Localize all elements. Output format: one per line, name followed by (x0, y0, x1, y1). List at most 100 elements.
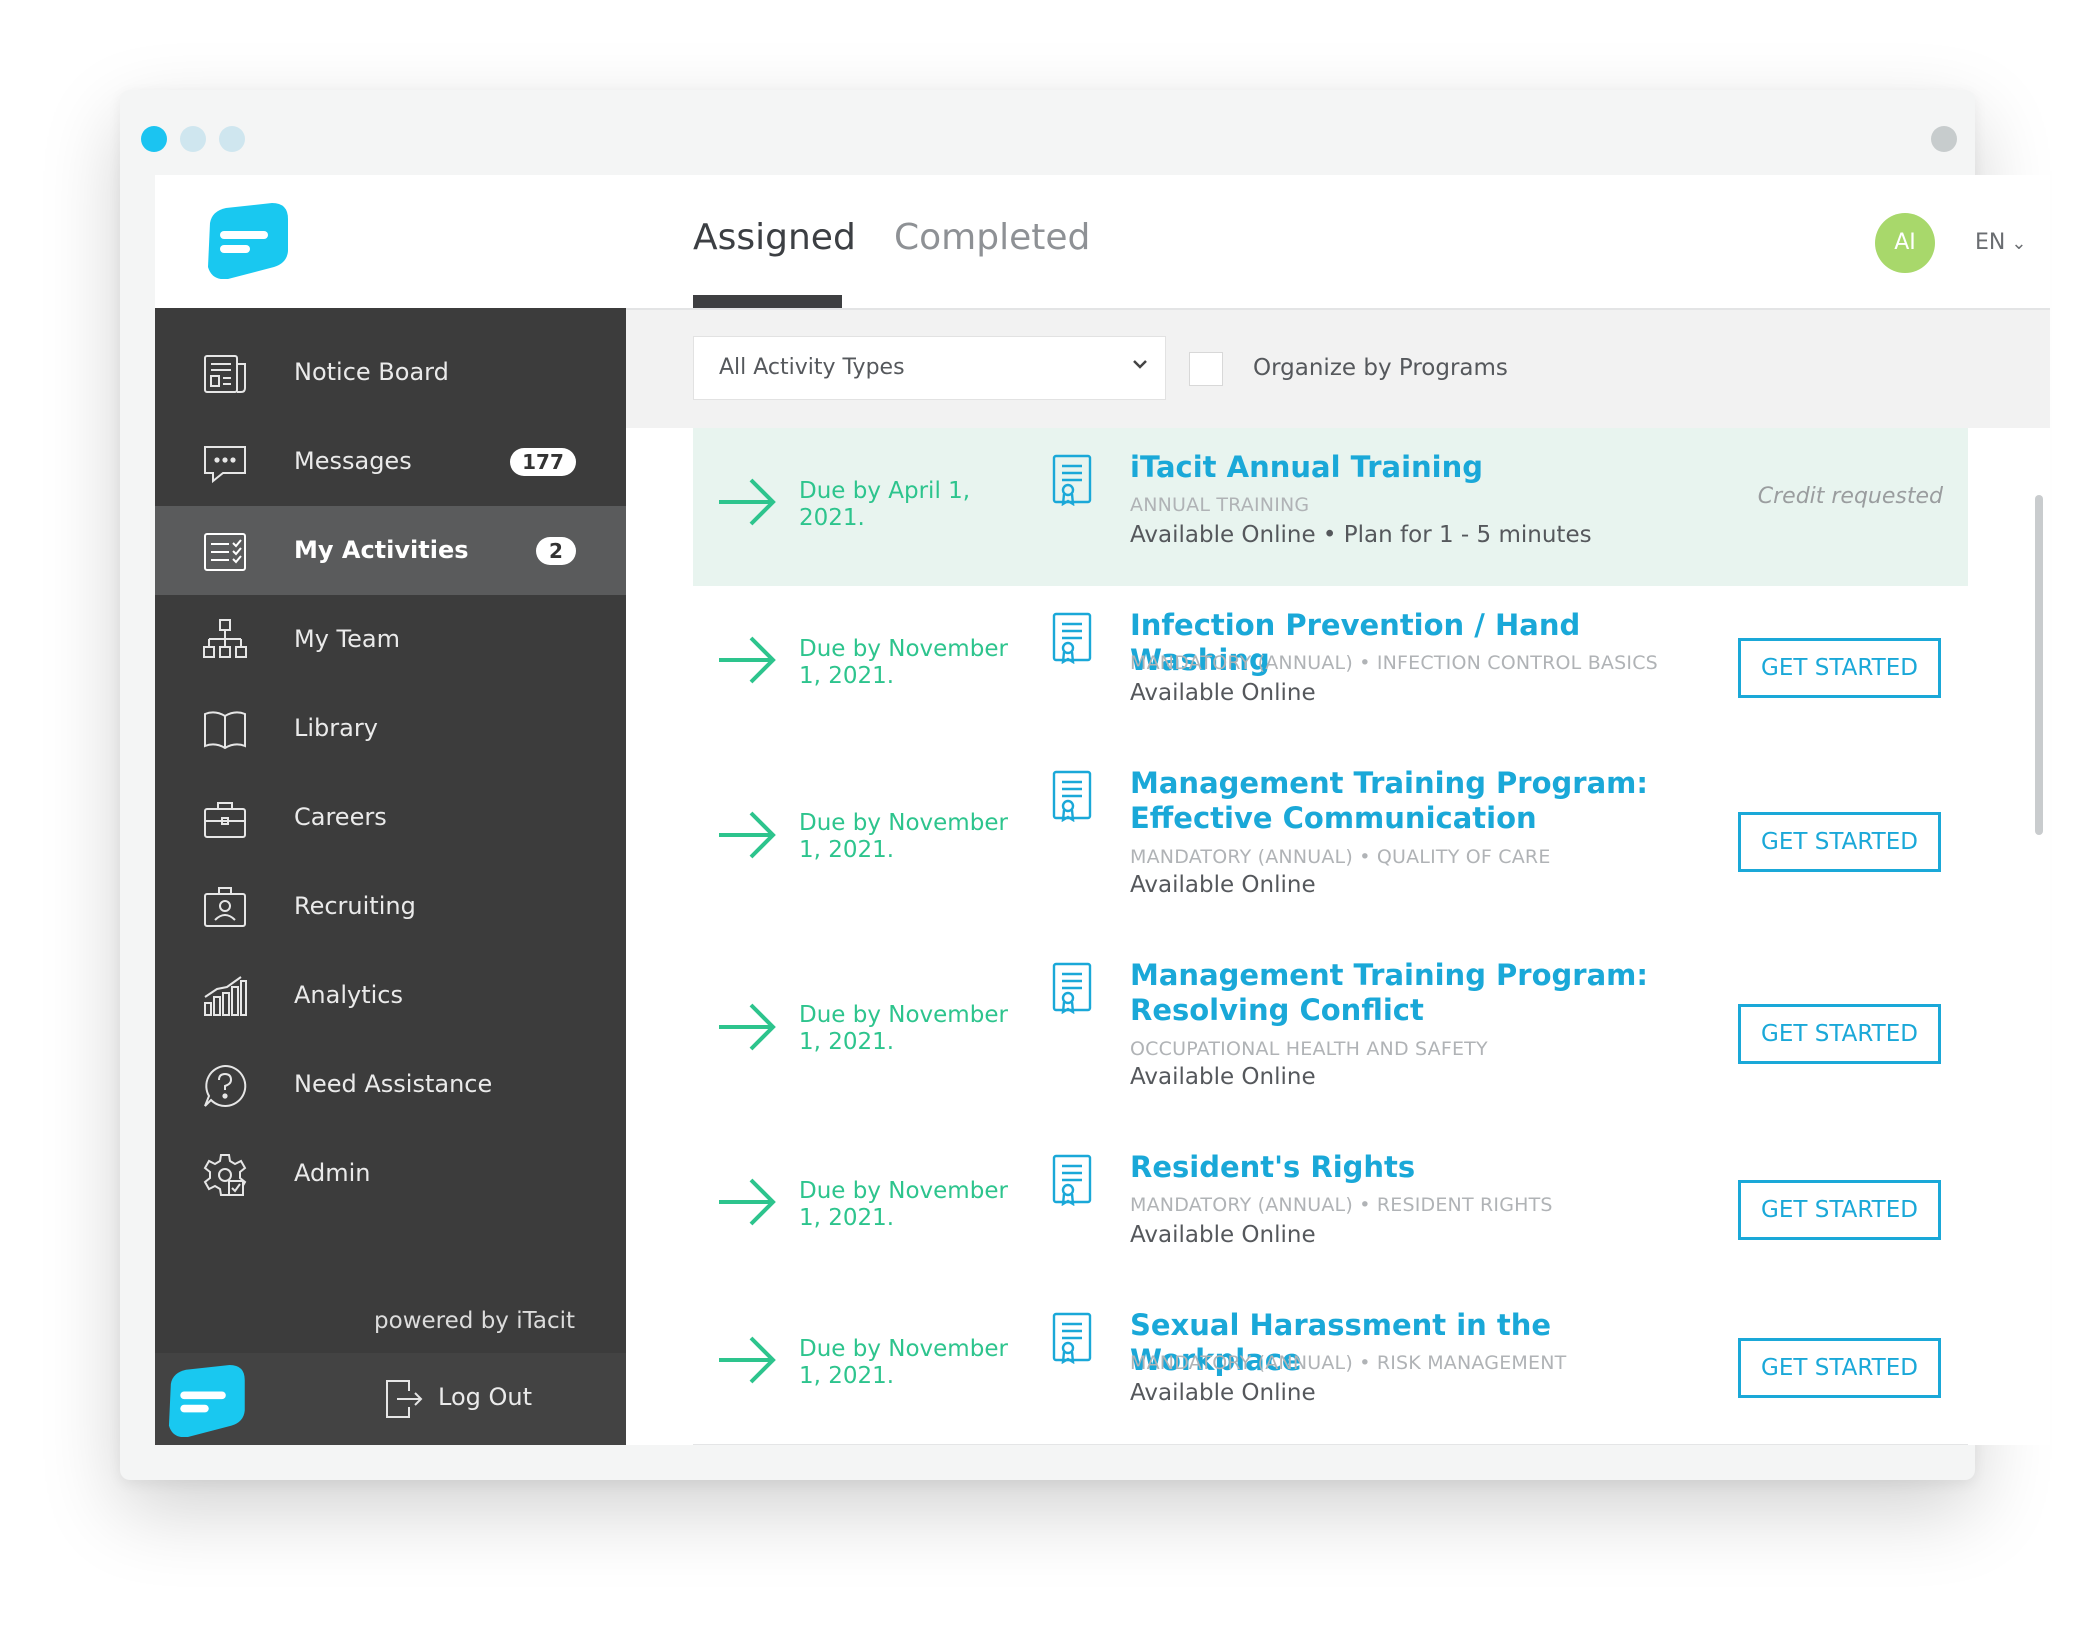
sidebar-item-my-team[interactable]: My Team (155, 595, 626, 684)
activity-title[interactable]: Resident's Rights (1130, 1150, 1730, 1185)
briefcase-icon (204, 802, 246, 838)
book-icon (204, 711, 246, 750)
activity-availability: Available Online (1130, 1222, 1316, 1248)
organize-by-programs-checkbox[interactable] (1189, 352, 1223, 386)
due-date: Due by April 1, 2021. (799, 478, 971, 531)
list-scrollbar[interactable] (2035, 495, 2043, 835)
activity-availability: Available Online • Plan for 1 - 5 minute… (1130, 522, 1592, 548)
certificate-document-icon (1052, 612, 1092, 664)
id-badge-icon (204, 887, 246, 927)
certificate-document-icon (1052, 770, 1092, 822)
sidebar-item-label: Need Assistance (294, 1070, 493, 1098)
window-minimize-dot[interactable] (180, 126, 206, 152)
get-started-button[interactable]: GET STARTED (1738, 1004, 1941, 1064)
get-started-button[interactable]: GET STARTED (1738, 1180, 1941, 1240)
sidebar-item-my-activities[interactable]: My Activities 2 (155, 506, 626, 595)
activity-type-select[interactable]: All Activity Types (693, 336, 1166, 400)
chat-bubble-icon (204, 446, 246, 484)
due-date: Due by November 1, 2021. (799, 810, 1008, 863)
activity-availability: Available Online (1130, 1064, 1316, 1090)
certificate-document-icon (1052, 1312, 1092, 1364)
due-date: Due by November 1, 2021. (799, 1002, 1008, 1055)
sidebar-item-library[interactable]: Library (155, 684, 626, 773)
chevron-down-icon (1133, 360, 1147, 369)
organize-by-programs-label: Organize by Programs (1253, 355, 1508, 381)
window-close-dot[interactable] (141, 126, 167, 152)
activity-row[interactable]: Due by November 1, 2021. Sexual Harassme… (693, 1286, 1968, 1445)
itacit-logo-icon[interactable] (200, 203, 290, 279)
language-label: EN (1975, 230, 2006, 255)
activity-category: OCCUPATIONAL HEALTH AND SAFETY (1130, 1038, 1488, 1060)
arrow-right-icon (719, 478, 776, 526)
activity-title[interactable]: iTacit Annual Training (1130, 450, 1730, 485)
arrow-right-icon (719, 1003, 776, 1051)
activity-row[interactable]: Due by November 1, 2021. Infection Preve… (693, 586, 1968, 746)
activity-category: MANDATORY (ANNUAL) • INFECTION CONTROL B… (1130, 652, 1658, 674)
tab-assigned[interactable]: Assigned (693, 217, 856, 258)
logout-label: Log Out (438, 1383, 533, 1411)
bar-chart-icon (204, 976, 247, 1016)
sidebar-item-admin[interactable]: Admin (155, 1129, 626, 1218)
activity-row[interactable]: Due by November 1, 2021. Management Trai… (693, 744, 1968, 938)
arrow-right-icon (719, 1336, 776, 1384)
sidebar-item-need-assistance[interactable]: Need Assistance (155, 1040, 626, 1129)
sidebar-item-recruiting[interactable]: Recruiting (155, 862, 626, 951)
user-avatar[interactable]: AI (1875, 213, 1935, 273)
due-date: Due by November 1, 2021. (799, 1178, 1008, 1231)
activity-row[interactable]: Due by November 1, 2021. Management Trai… (693, 936, 1968, 1130)
activity-title[interactable]: Management Training Program: Resolving C… (1130, 958, 1730, 1028)
sidebar-item-label: Analytics (294, 981, 403, 1009)
sidebar-item-label: Admin (294, 1159, 371, 1187)
filter-bar: All Activity Types Organize by Programs (626, 310, 2050, 428)
activity-row[interactable]: Due by April 1, 2021. iTacit Annual Trai… (693, 428, 1968, 588)
activity-availability: Available Online (1130, 872, 1316, 898)
arrow-right-icon (719, 636, 776, 684)
sidebar-item-notice-board[interactable]: Notice Board (155, 328, 626, 417)
due-date: Due by November 1, 2021. (799, 636, 1008, 689)
due-date: Due by November 1, 2021. (799, 1336, 1008, 1389)
active-tab-indicator (693, 295, 842, 308)
activity-category: MANDATORY (ANNUAL) • QUALITY OF CARE (1130, 846, 1551, 868)
sidebar-item-label: My Activities (294, 536, 469, 564)
logout-button[interactable]: Log Out (386, 1380, 533, 1418)
get-started-button[interactable]: GET STARTED (1738, 638, 1941, 698)
sidebar-item-label: Careers (294, 803, 387, 831)
activity-availability: Available Online (1130, 680, 1316, 706)
sidebar-item-analytics[interactable]: Analytics (155, 951, 626, 1040)
activity-availability: Available Online (1130, 1380, 1316, 1406)
sidebar-item-label: My Team (294, 625, 400, 653)
activity-category: ANNUAL TRAINING (1130, 494, 1310, 516)
messages-count-badge: 177 (510, 448, 576, 476)
certificate-document-icon (1052, 454, 1092, 506)
sidebar-item-label: Recruiting (294, 892, 416, 920)
org-chart-icon (203, 619, 247, 658)
help-icon (204, 1064, 247, 1107)
sidebar-item-label: Notice Board (294, 358, 449, 386)
activity-row[interactable]: Due by November 1, 2021. Resident's Righ… (693, 1128, 1968, 1288)
language-selector[interactable]: EN ⌄ (1975, 230, 2026, 255)
get-started-button[interactable]: GET STARTED (1738, 812, 1941, 872)
certificate-document-icon (1052, 962, 1092, 1014)
newspaper-icon (204, 355, 246, 393)
itacit-logo-icon (168, 1365, 245, 1437)
window-menu-dot[interactable] (1931, 126, 1957, 152)
sidebar-item-label: Messages (294, 447, 412, 475)
activities-count-badge: 2 (536, 537, 576, 565)
activity-category: MANDATORY (ANNUAL) • RISK MANAGEMENT (1130, 1352, 1567, 1374)
sidebar-footer: Log Out (155, 1353, 626, 1445)
arrow-right-icon (719, 1178, 776, 1226)
sidebar-item-messages[interactable]: Messages 177 (155, 417, 626, 506)
activity-list: Due by April 1, 2021. iTacit Annual Trai… (693, 428, 1968, 1445)
chevron-down-icon: ⌄ (2011, 233, 2027, 254)
activity-category: MANDATORY (ANNUAL) • RESIDENT RIGHTS (1130, 1194, 1553, 1216)
certificate-document-icon (1052, 1154, 1092, 1206)
sidebar-item-careers[interactable]: Careers (155, 773, 626, 862)
credit-requested-status: Credit requested (1757, 484, 1943, 509)
activity-title[interactable]: Management Training Program: Effective C… (1130, 766, 1730, 836)
window-zoom-dot[interactable] (219, 126, 245, 152)
app-container: Assigned Completed AI EN ⌄ Notice Board M… (155, 175, 2050, 1445)
get-started-button[interactable]: GET STARTED (1738, 1338, 1941, 1398)
gear-icon (203, 1154, 247, 1196)
tab-completed[interactable]: Completed (894, 217, 1090, 258)
activity-type-value: All Activity Types (719, 355, 905, 380)
